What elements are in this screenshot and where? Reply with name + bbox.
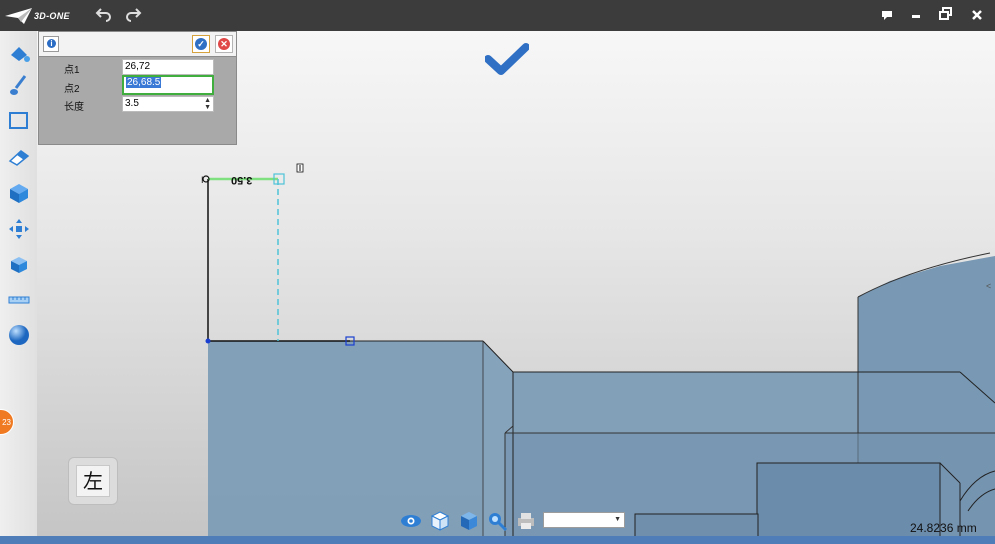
restore-icon [939,7,952,20]
sphere-icon [9,325,29,345]
ruler-icon [8,296,30,304]
tool-sketch[interactable] [7,41,31,65]
tool-eraser[interactable] [7,145,31,169]
length-value: 3.5 [125,98,139,109]
rectangle-icon [9,112,28,129]
sketch-geometry: I [201,163,355,346]
checkmark-icon [484,43,530,75]
redo-button[interactable] [122,5,144,27]
minimize-button[interactable] [905,6,927,26]
panel-ok-button[interactable]: ✓ [192,35,210,53]
length-spinner[interactable]: ▲ ▼ [204,97,211,111]
param-row-length: 长度 3.5 ▲ ▼ [39,95,236,115]
chevron-down-icon: ▼ [614,516,621,523]
collapse-panel-button[interactable]: < [986,281,995,295]
zoom-icon [489,513,508,532]
info-button[interactable]: i [43,36,59,52]
paint-bucket-icon [11,47,30,62]
parameter-panel: i ✓ ✕ 点1 26,72 点2 26,68.5 长度 3.5 ▲ ▼ [38,31,237,145]
paper-plane-icon [5,8,32,24]
move-arrows-icon [9,219,29,239]
undo-icon [95,8,111,22]
svg-text:I: I [201,175,204,185]
point1-label: 点1 [64,65,80,76]
brush-icon [10,75,27,95]
view-cube[interactable]: 左 [68,457,118,505]
check-icon: ✓ [195,38,207,50]
length-label: 长度 [64,102,84,113]
solid-model [208,252,995,544]
left-toolbar [0,31,37,544]
tool-material[interactable] [7,323,31,347]
chevron-left-icon: < [986,281,992,291]
feedback-button[interactable] [876,6,898,26]
close-icon [972,10,982,20]
info-icon: i [47,39,56,48]
panel-header: i ✓ ✕ [39,32,236,57]
cube-outline-icon [430,511,450,531]
visibility-button[interactable] [400,510,422,532]
param-row-point2: 点2 26,68.5 [39,75,236,97]
undo-button[interactable] [93,5,115,27]
tool-combine[interactable] [7,253,31,277]
point2-value: 26,68.5 [126,77,162,88]
app-logo: 3D-ONE [4,6,74,26]
tool-rectangle[interactable] [7,109,31,133]
measurement-readout: 24.8236 mm [910,521,977,535]
tool-move[interactable] [7,217,31,241]
shaded-cube-icon [461,512,477,530]
point1-field[interactable]: 26,72 [122,59,214,75]
cube-icon [10,184,28,203]
panel-cancel-button[interactable]: ✕ [215,35,233,53]
view-face-label: 左 [76,465,110,497]
chat-icon [882,11,892,20]
minimize-icon [912,15,920,18]
view-toolbar [398,510,538,532]
zoom-button[interactable] [486,510,508,532]
tool-brush[interactable] [7,73,31,97]
point2-label: 点2 [64,84,80,95]
cancel-icon: ✕ [218,38,230,50]
confirm-check-button[interactable] [484,43,530,75]
restore-button[interactable] [935,6,957,26]
combine-icon [11,257,27,273]
app-name: 3D-ONE [34,11,70,21]
redo-icon [126,8,142,22]
tool-measure[interactable] [7,288,31,312]
tool-cube[interactable] [7,181,31,205]
wireframe-view-button[interactable] [429,510,451,532]
title-bar: 3D-ONE [0,0,995,31]
shaded-view-button[interactable] [458,510,480,532]
close-button[interactable] [966,6,988,26]
print-button[interactable] [515,510,537,532]
eraser-icon [8,150,30,166]
eye-icon [401,515,421,527]
dimension-label[interactable]: 3.50 [231,174,252,186]
print-icon [518,513,534,529]
taskbar [0,536,995,544]
point2-field[interactable]: 26,68.5 [122,75,214,95]
length-field[interactable]: 3.5 ▲ ▼ [122,96,214,112]
view-select[interactable]: ▼ [543,512,625,528]
